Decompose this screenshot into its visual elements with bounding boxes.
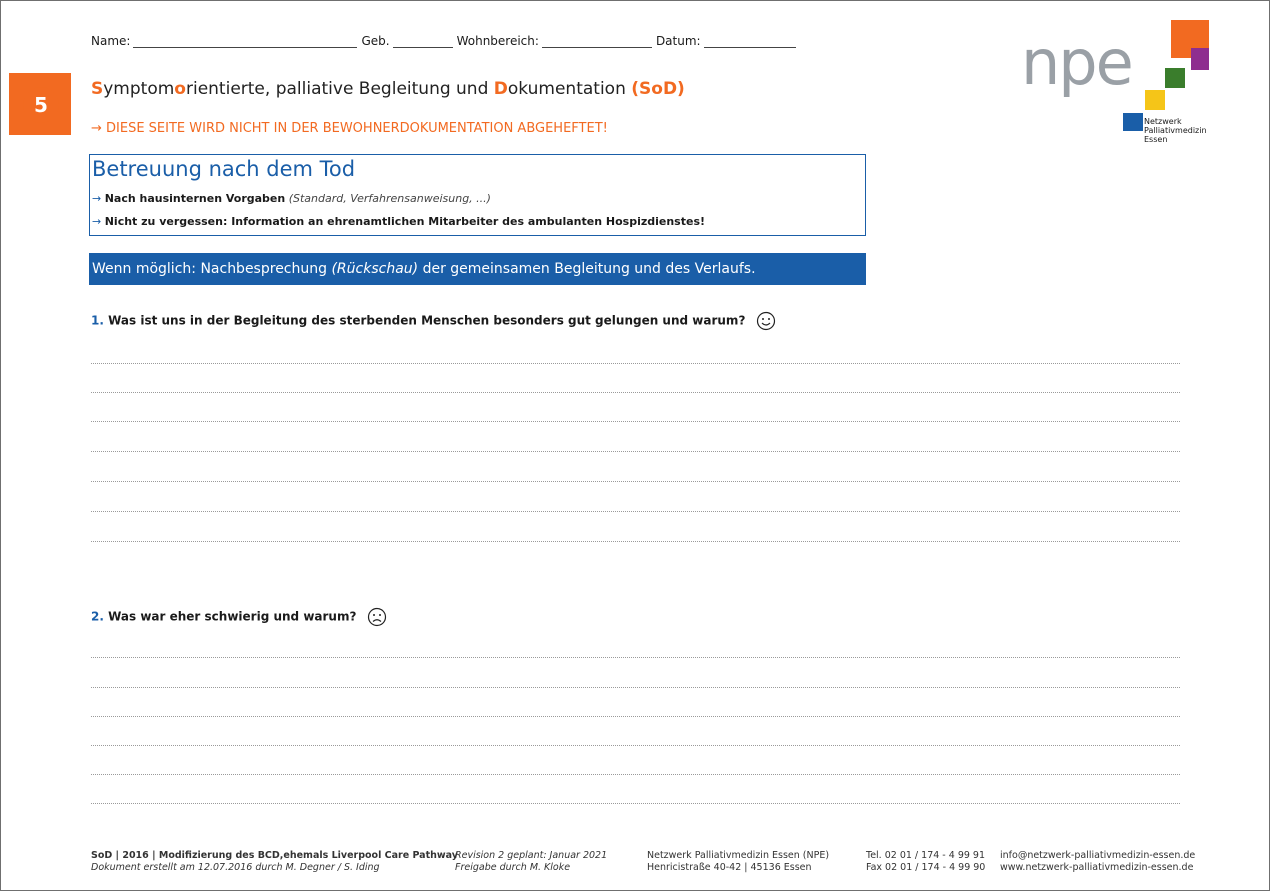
- question-1: 1. Was ist uns in der Begleitung des ste…: [91, 311, 776, 331]
- logo-caption: Netzwerk Palliativmedizin Essen: [1144, 117, 1207, 144]
- title-part2: rientierte, palliative Begleitung und: [185, 79, 494, 99]
- answer-line[interactable]: [91, 363, 1180, 364]
- footer-col-5: info@netzwerk-palliativmedizin-essen.de …: [1000, 850, 1195, 874]
- title-letter-s: S: [91, 79, 104, 99]
- geb-label: Geb.: [361, 34, 390, 48]
- title-abbr: (SoD): [631, 79, 685, 99]
- box-item-2: → Nicht zu vergessen: Information an ehr…: [92, 215, 706, 228]
- smiley-happy-icon: [756, 311, 775, 331]
- footer-col-2: Revision 2 geplant: Januar 2021 Freigabe…: [455, 850, 608, 873]
- answer-line[interactable]: [91, 657, 1180, 658]
- logo-square-purple: [1191, 48, 1209, 70]
- page-title: Symptomorientierte, palliative Begleitun…: [91, 79, 685, 99]
- name-label: Name:: [91, 34, 131, 48]
- name-field[interactable]: [133, 34, 358, 48]
- website-link[interactable]: www.netzwerk-palliativmedizin-essen.de: [1000, 862, 1195, 874]
- answer-line[interactable]: [91, 716, 1180, 717]
- logo-square-green: [1165, 68, 1185, 88]
- answer-line[interactable]: [91, 481, 1180, 482]
- answer-line[interactable]: [91, 774, 1180, 775]
- answer-line[interactable]: [91, 511, 1180, 512]
- page-number-badge: 5: [9, 73, 71, 135]
- answer-line[interactable]: [91, 392, 1180, 393]
- arrow-right-icon: →: [92, 192, 102, 205]
- footer-col-1: SoD | 2016 | Modifizierung des BCD,ehema…: [91, 850, 458, 873]
- logo-square-yellow: [1145, 90, 1165, 110]
- answer-line[interactable]: [91, 421, 1180, 422]
- smiley-sad-icon: [367, 607, 386, 627]
- logo-text: npe: [1021, 26, 1134, 99]
- answer-line[interactable]: [91, 451, 1180, 452]
- datum-label: Datum:: [655, 34, 701, 48]
- email-link[interactable]: info@netzwerk-palliativmedizin-essen.de: [1000, 850, 1195, 862]
- notice-text: → DIESE SEITE WIRD NICHT IN DER BEWOHNER…: [91, 121, 608, 136]
- npe-logo: npe Netzwerk Palliativmedizin Essen: [1015, 20, 1245, 180]
- arrow-right-icon: →: [92, 215, 102, 228]
- title-letter-d: D: [493, 79, 508, 99]
- answer-line[interactable]: [91, 745, 1180, 746]
- datum-field[interactable]: [703, 34, 796, 48]
- wohnbereich-field[interactable]: [541, 34, 652, 48]
- logo-square-blue: [1123, 113, 1143, 131]
- geb-field[interactable]: [392, 34, 453, 48]
- answer-line[interactable]: [91, 687, 1180, 688]
- title-part1: ymptom: [103, 79, 175, 99]
- answer-line[interactable]: [91, 803, 1180, 804]
- box-item-1: → Nach hausinternen Vorgaben (Standard, …: [92, 192, 491, 205]
- info-box: Betreuung nach dem Tod → Nach hausintern…: [89, 154, 866, 236]
- title-letter-o: o: [174, 79, 186, 99]
- box-title: Betreuung nach dem Tod: [92, 157, 356, 181]
- review-banner: Wenn möglich: Nachbesprechung (Rückschau…: [89, 253, 866, 285]
- title-part3: okumentation: [507, 79, 632, 99]
- footer-col-3: Netzwerk Palliativmedizin Essen (NPE) He…: [647, 850, 830, 873]
- wohnbereich-label: Wohnbereich:: [456, 34, 539, 48]
- page-number: 5: [23, 87, 59, 123]
- answer-line[interactable]: [91, 541, 1180, 542]
- header-fields: Name: Geb. Wohnbereich: Datum:: [91, 34, 800, 48]
- footer-col-4: Tel. 02 01 / 174 - 4 99 91 Fax 02 01 / 1…: [866, 850, 986, 873]
- question-2: 2. Was war eher schwierig und warum?: [91, 607, 387, 627]
